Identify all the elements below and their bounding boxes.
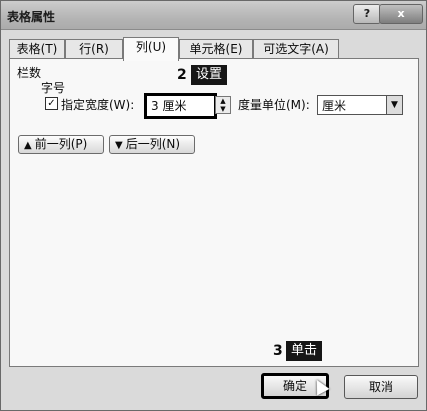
tab-cell[interactable]: 单元格(E): [179, 39, 253, 59]
prev-column-label: 前一列(P): [34, 137, 88, 151]
column-name-label: 字号: [41, 81, 66, 95]
check-mark-icon: ✓: [47, 98, 56, 109]
width-input[interactable]: 3 厘米: [144, 93, 217, 119]
measure-unit-select[interactable]: 厘米 ▼: [317, 95, 403, 115]
prev-column-button[interactable]: ▲ 前一列(P): [18, 135, 104, 154]
next-column-label: 后一列(N): [125, 137, 181, 151]
arrow-up-icon: ▲: [24, 140, 32, 151]
title-bar: 表格属性 ? x: [1, 1, 426, 30]
tab-table[interactable]: 表格(T): [9, 39, 65, 59]
step2-number: 2: [177, 67, 187, 83]
close-button[interactable]: x: [379, 4, 423, 24]
specify-width-label: 指定宽度(W):: [61, 98, 135, 112]
help-button[interactable]: ?: [353, 4, 381, 24]
step3-number: 3: [273, 343, 283, 359]
spin-down-icon: ▼: [220, 105, 226, 113]
tab-row[interactable]: 行(R): [65, 39, 123, 59]
next-column-button[interactable]: ▼ 后一列(N): [109, 135, 195, 154]
tab-column[interactable]: 列(U): [123, 37, 179, 61]
tab-alt-text[interactable]: 可选文字(A): [253, 39, 339, 59]
step3-callout: 单击: [286, 341, 323, 361]
width-spinner[interactable]: ▲ ▼: [215, 96, 231, 114]
cancel-button[interactable]: 取消: [344, 375, 418, 399]
section-label: 栏数: [17, 66, 42, 80]
step2-callout: 设置: [191, 65, 228, 85]
measure-unit-value: 厘米: [322, 99, 347, 113]
spin-up-icon: ▲: [220, 97, 226, 105]
dialog-title: 表格属性: [7, 10, 56, 24]
table-properties-dialog: 表格属性 ? x 表格(T) 行(R) 列(U) 单元格(E) 可选文字(A) …: [0, 0, 427, 411]
measure-unit-label: 度量单位(M):: [238, 98, 310, 112]
specify-width-checkbox[interactable]: ✓: [45, 97, 58, 110]
arrow-down-icon: ▼: [115, 140, 123, 151]
tab-bar: 表格(T) 行(R) 列(U) 单元格(E) 可选文字(A): [9, 37, 418, 61]
chevron-down-icon: ▼: [386, 96, 402, 114]
